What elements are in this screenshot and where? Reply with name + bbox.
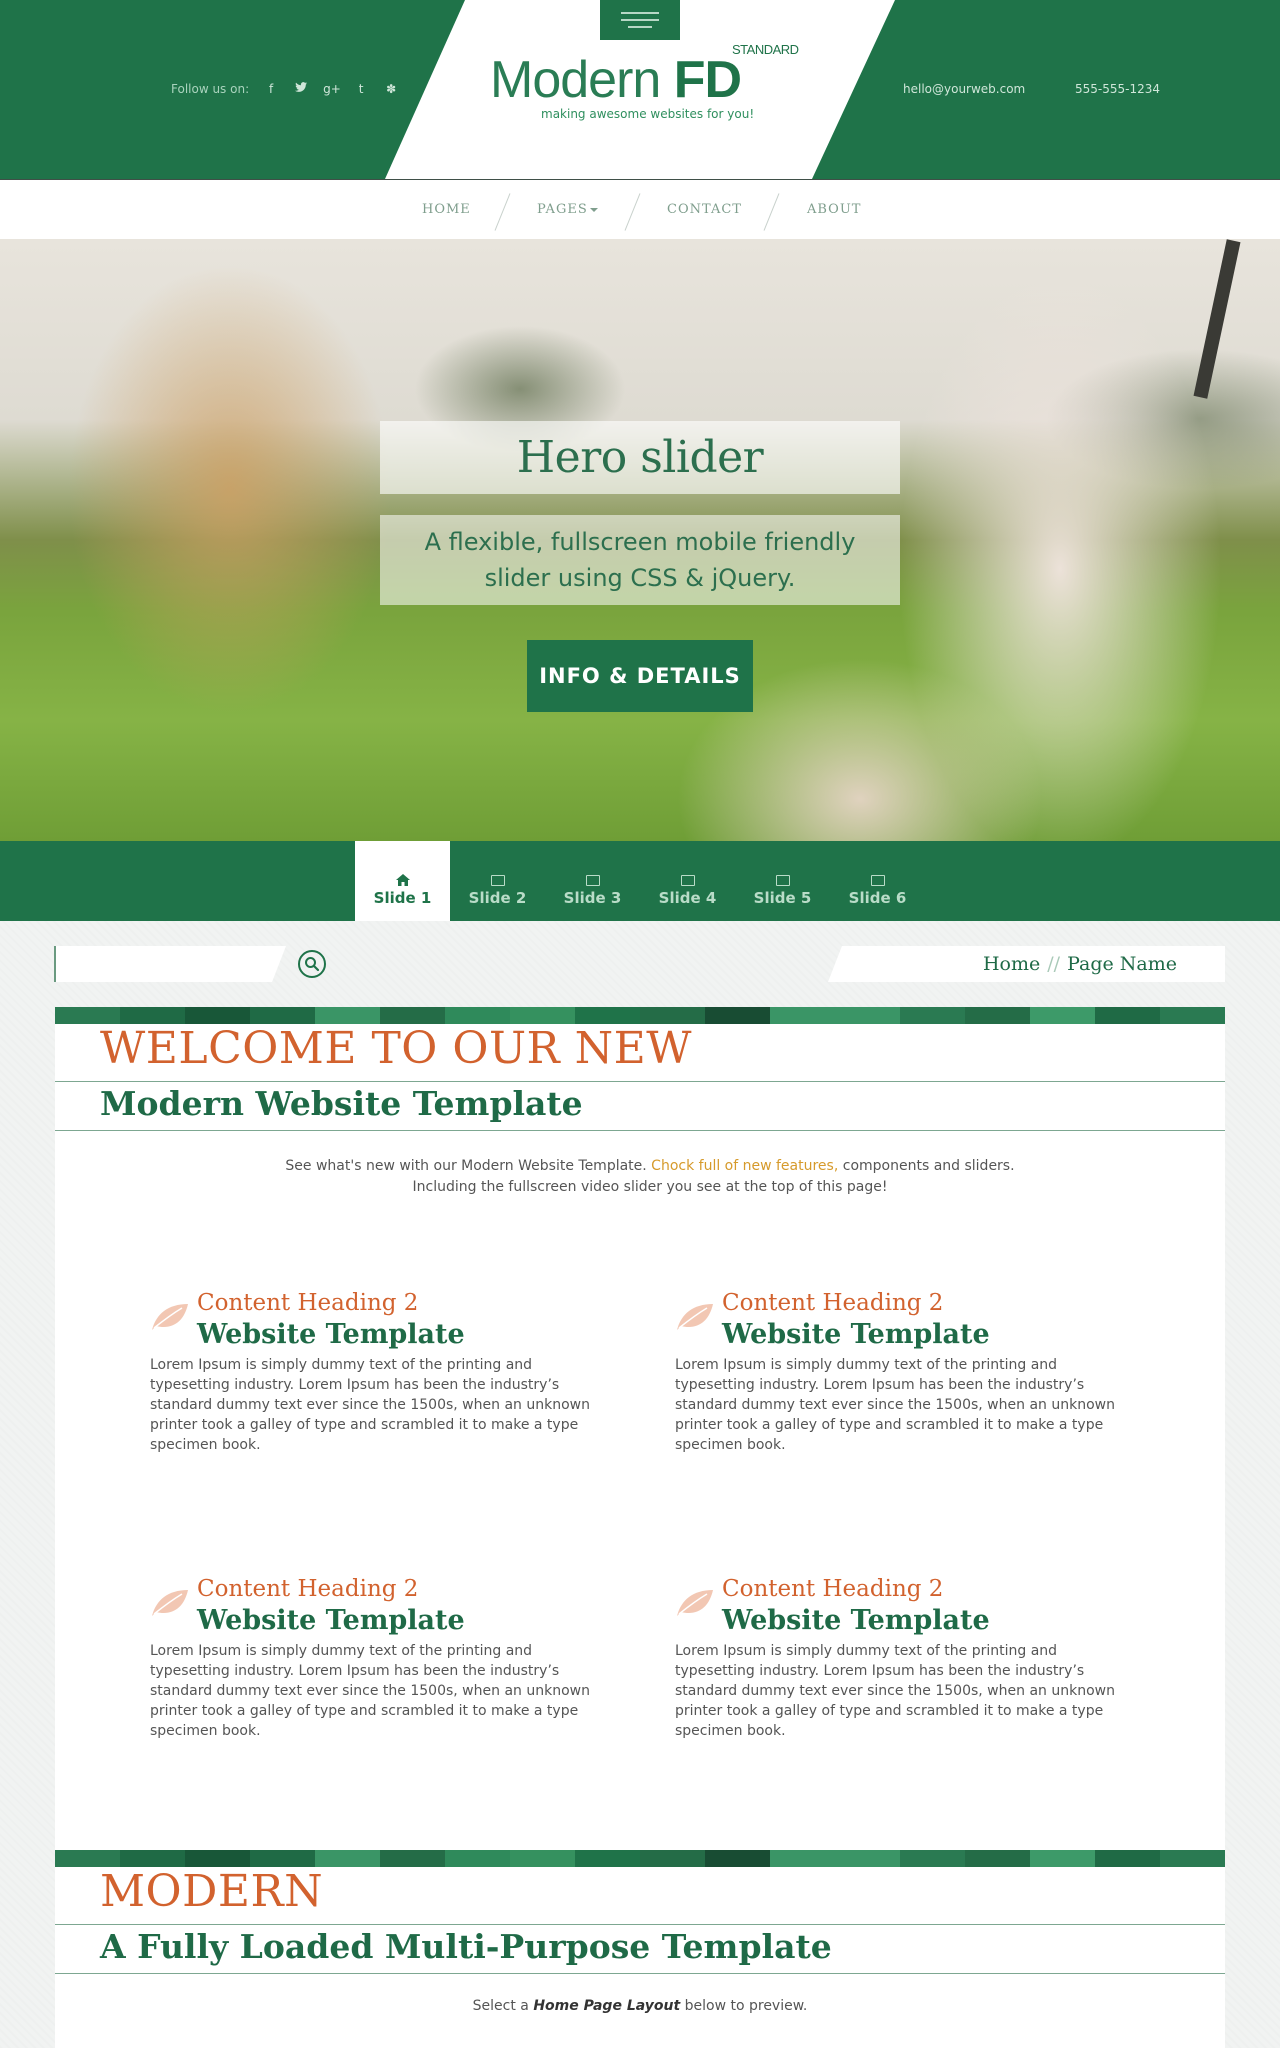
intro-line-2: Including the fullscreen video slider yo… bbox=[412, 1179, 888, 1195]
nav-divider bbox=[494, 193, 511, 231]
preview-text-emphasis: Home Page Layout bbox=[533, 1998, 681, 2014]
divider bbox=[55, 1130, 1225, 1131]
feature-block: Content Heading 2 Website Template Lorem… bbox=[675, 1576, 1115, 1746]
menu-toggle-button[interactable] bbox=[600, 0, 680, 40]
preview-instruction: Select a Home Page Layout below to previ… bbox=[55, 1998, 1225, 2014]
top-header: Modern FD STANDARD making awesome websit… bbox=[0, 0, 1280, 180]
leaf-icon bbox=[152, 1590, 188, 1616]
slide-tabs: Slide 1 Slide 2 Slide 3 Slide 4 Slide 5 … bbox=[0, 841, 1280, 921]
image-icon bbox=[490, 875, 505, 886]
tab-slide-3[interactable]: Slide 3 bbox=[545, 841, 640, 921]
chevron-down-icon bbox=[589, 207, 598, 212]
feature-heading-big: Website Template bbox=[197, 1605, 465, 1636]
tab-label: Slide 3 bbox=[563, 889, 622, 907]
welcome-heading: WELCOME TO OUR NEW bbox=[100, 1023, 692, 1074]
feature-body: Lorem Ipsum is simply dummy text of the … bbox=[150, 1643, 590, 1739]
tab-slide-5[interactable]: Slide 5 bbox=[735, 841, 830, 921]
search-input[interactable] bbox=[58, 950, 258, 978]
feature-heading-big: Website Template bbox=[197, 1319, 465, 1350]
feature-heading-small: Content Heading 2 bbox=[197, 1290, 419, 1316]
tab-label: Slide 2 bbox=[468, 889, 527, 907]
logo-text-light: Modern bbox=[490, 51, 674, 109]
logo-tagline: making awesome websites for you! bbox=[541, 107, 755, 121]
feature-block: Content Heading 2 Website Template Lorem… bbox=[150, 1576, 590, 1746]
feature-body: Lorem Ipsum is simply dummy text of the … bbox=[675, 1643, 1115, 1739]
tab-slide-6[interactable]: Slide 6 bbox=[830, 841, 925, 921]
intro-text: See what's new with our Modern Website T… bbox=[285, 1158, 652, 1174]
image-icon bbox=[585, 875, 600, 886]
contact-email[interactable]: hello@yourweb.com bbox=[903, 82, 1025, 96]
breadcrumb: Home // Page Name bbox=[830, 946, 1225, 982]
contact-phone[interactable]: 555-555-1234 bbox=[1075, 82, 1160, 96]
tab-label: Slide 5 bbox=[753, 889, 812, 907]
yelp-icon[interactable]: ✽ bbox=[383, 82, 399, 96]
tab-slide-2[interactable]: Slide 2 bbox=[450, 841, 545, 921]
follow-label: Follow us on: bbox=[171, 82, 250, 96]
nav-item-home[interactable]: HOME bbox=[422, 202, 471, 217]
nav-divider bbox=[763, 193, 780, 231]
welcome-intro: See what's new with our Modern Website T… bbox=[55, 1156, 1245, 1198]
tab-label: Slide 6 bbox=[848, 889, 907, 907]
hero-subtitle: A flexible, fullscreen mobile friendly s… bbox=[424, 528, 856, 592]
home-icon bbox=[395, 874, 410, 886]
feature-body: Lorem Ipsum is simply dummy text of the … bbox=[675, 1357, 1115, 1453]
divider bbox=[55, 1081, 1225, 1082]
site-logo[interactable]: Modern FD bbox=[490, 50, 742, 110]
main-nav: HOME PAGES CONTACT ABOUT bbox=[0, 180, 1280, 239]
tumblr-icon[interactable]: t bbox=[353, 82, 369, 96]
feature-heading-big: Website Template bbox=[722, 1605, 990, 1636]
feature-heading-small: Content Heading 2 bbox=[722, 1290, 944, 1316]
logo-text-bold: FD bbox=[673, 51, 742, 109]
search-button[interactable] bbox=[298, 950, 326, 978]
image-icon bbox=[775, 875, 790, 886]
nav-item-pages-label: PAGES bbox=[537, 202, 588, 217]
feature-heading-small: Content Heading 2 bbox=[722, 1576, 944, 1602]
preview-text-end: below to preview. bbox=[680, 1998, 808, 2014]
decorative-stripe bbox=[55, 1007, 1225, 1024]
modern-heading: MODERN bbox=[100, 1866, 324, 1917]
feature-heading-big: Website Template bbox=[722, 1319, 990, 1350]
logo-badge: STANDARD bbox=[732, 42, 799, 57]
feature-block: Content Heading 2 Website Template Lorem… bbox=[150, 1290, 590, 1460]
intro-highlight: Chock full of new features, bbox=[651, 1158, 839, 1174]
welcome-subheading: Modern Website Template bbox=[100, 1084, 583, 1123]
tab-label: Slide 1 bbox=[373, 889, 432, 907]
hero-title-box: Hero slider bbox=[380, 421, 900, 494]
nav-item-about[interactable]: ABOUT bbox=[807, 202, 861, 217]
tab-slide-1[interactable]: Slide 1 bbox=[355, 841, 450, 921]
hero-title: Hero slider bbox=[516, 432, 764, 483]
breadcrumb-current: Page Name bbox=[1067, 953, 1177, 975]
nav-item-contact[interactable]: CONTACT bbox=[667, 202, 742, 217]
nav-item-pages[interactable]: PAGES bbox=[537, 202, 598, 217]
hero-image-golf-club bbox=[1193, 239, 1241, 399]
divider bbox=[55, 1924, 1225, 1925]
feature-heading-small: Content Heading 2 bbox=[197, 1576, 419, 1602]
feature-body: Lorem Ipsum is simply dummy text of the … bbox=[150, 1357, 590, 1453]
leaf-icon bbox=[677, 1590, 713, 1616]
social-follow: Follow us on: f g+ t ✽ bbox=[171, 82, 399, 96]
twitter-icon[interactable] bbox=[293, 82, 309, 96]
modern-subheading: A Fully Loaded Multi-Purpose Template bbox=[100, 1927, 832, 1966]
hero-subtitle-box: A flexible, fullscreen mobile friendly s… bbox=[380, 515, 900, 605]
hero-slider[interactable]: Hero slider A flexible, fullscreen mobil… bbox=[0, 239, 1280, 841]
info-details-button[interactable]: INFO & DETAILS bbox=[527, 640, 753, 712]
social-links: f g+ t ✽ bbox=[263, 82, 399, 96]
tab-slide-4[interactable]: Slide 4 bbox=[640, 841, 735, 921]
leaf-icon bbox=[152, 1304, 188, 1330]
breadcrumb-separator: // bbox=[1047, 953, 1061, 975]
image-icon bbox=[870, 875, 885, 886]
intro-text-end: components and sliders. bbox=[838, 1158, 1015, 1174]
leaf-icon bbox=[677, 1304, 713, 1330]
tab-label: Slide 4 bbox=[658, 889, 717, 907]
search-icon bbox=[305, 957, 320, 972]
divider bbox=[55, 1973, 1225, 1974]
facebook-icon[interactable]: f bbox=[263, 82, 279, 96]
preview-text-start: Select a bbox=[472, 1998, 534, 2014]
breadcrumb-home[interactable]: Home bbox=[983, 953, 1040, 975]
decorative-stripe bbox=[55, 1850, 1225, 1867]
google-plus-icon[interactable]: g+ bbox=[323, 82, 341, 96]
nav-divider bbox=[624, 193, 641, 231]
feature-block: Content Heading 2 Website Template Lorem… bbox=[675, 1290, 1115, 1460]
image-icon bbox=[680, 875, 695, 886]
